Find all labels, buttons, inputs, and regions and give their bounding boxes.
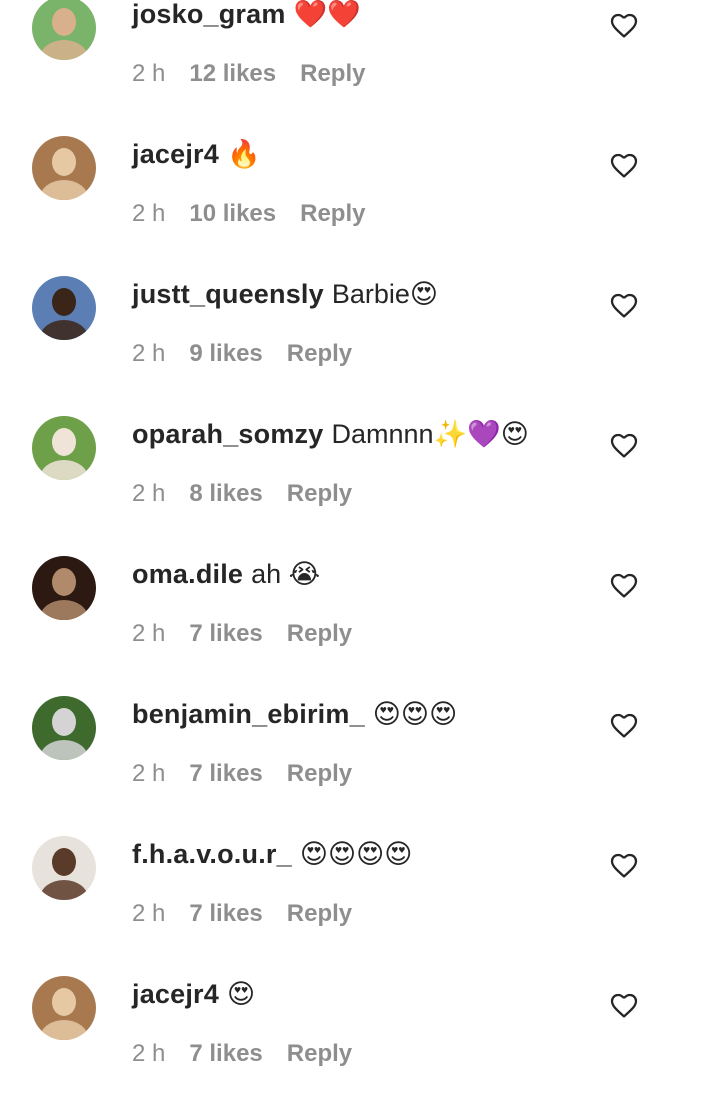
avatar[interactable] [32,276,96,340]
comment-meta: 2 h 7 likes Reply [132,756,352,792]
comment-text: Barbie😍 [331,279,439,309]
avatar-image [32,276,96,340]
comment-text: ❤️❤️ [293,0,361,29]
comment-item: jacejr4 😍 2 h 7 likes Reply [0,960,720,1100]
comment-item: jacejr4 🔥 2 h 10 likes Reply [0,120,720,260]
comment-line: oma.dile ah 😭 [132,554,320,594]
avatar-image [32,416,96,480]
timestamp: 2 h [132,480,166,507]
heart-outline-icon [610,433,638,458]
comment-text: Damnnn✨💜😍 [331,419,529,449]
avatar[interactable] [32,136,96,200]
comment-item: josko_gram ❤️❤️ 2 h 12 likes Reply [0,0,720,120]
reply-button[interactable]: Reply [300,196,365,232]
comment-meta: 2 h 7 likes Reply [132,896,352,932]
comment-meta: 2 h 7 likes Reply [132,1036,352,1072]
timestamp: 2 h [132,60,166,87]
comment-text: 😍 [226,979,256,1009]
comment-text: 😍😍😍😍 [299,839,413,869]
heart-outline-icon [610,713,638,738]
reply-button[interactable]: Reply [287,336,352,372]
comment-text: 😍😍😍 [372,699,458,729]
comment-text: 🔥 [226,139,261,169]
likes-count[interactable]: 7 likes [189,896,262,932]
avatar-image [32,0,96,60]
comment-meta: 2 h 12 likes Reply [132,56,365,92]
like-button[interactable] [608,9,640,41]
avatar-image [32,976,96,1040]
reply-button[interactable]: Reply [287,1036,352,1072]
avatar[interactable] [32,836,96,900]
reply-button[interactable]: Reply [287,476,352,512]
likes-count[interactable]: 8 likes [189,476,262,512]
likes-count[interactable]: 7 likes [189,616,262,652]
comment-line: benjamin_ebirim_ 😍😍😍 [132,694,457,734]
avatar-image [32,696,96,760]
avatar-image [32,136,96,200]
likes-count[interactable]: 7 likes [189,1036,262,1072]
comment-line: f.h.a.v.o.u.r_ 😍😍😍😍 [132,834,412,874]
reply-button[interactable]: Reply [300,56,365,92]
avatar[interactable] [32,976,96,1040]
username[interactable]: justt_queensly [132,279,324,309]
comment-item: benjamin_ebirim_ 😍😍😍 2 h 7 likes Reply [0,680,720,820]
username[interactable]: oparah_somzy [132,419,323,449]
reply-button[interactable]: Reply [287,896,352,932]
likes-count[interactable]: 9 likes [189,336,262,372]
avatar[interactable] [32,696,96,760]
avatar-image [32,836,96,900]
avatar[interactable] [32,416,96,480]
likes-count[interactable]: 12 likes [189,56,276,92]
timestamp: 2 h [132,760,166,787]
comment-list: josko_gram ❤️❤️ 2 h 12 likes Reply jacejr4 🔥… [0,0,720,1100]
timestamp: 2 h [132,200,166,227]
heart-outline-icon [610,153,638,178]
username[interactable]: benjamin_ebirim_ [132,699,365,729]
like-button[interactable] [608,429,640,461]
comment-line: jacejr4 😍 [132,974,255,1014]
comment-item: oma.dile ah 😭 2 h 7 likes Reply [0,540,720,680]
likes-count[interactable]: 10 likes [189,196,276,232]
comment-text: ah 😭 [251,559,321,589]
comment-meta: 2 h 7 likes Reply [132,616,352,652]
username[interactable]: jacejr4 [132,139,219,169]
avatar[interactable] [32,556,96,620]
heart-outline-icon [610,853,638,878]
like-button[interactable] [608,149,640,181]
comment-item: f.h.a.v.o.u.r_ 😍😍😍😍 2 h 7 likes Reply [0,820,720,960]
comment-item: oparah_somzy Damnnn✨💜😍 2 h 8 likes Reply [0,400,720,540]
likes-count[interactable]: 7 likes [189,756,262,792]
like-button[interactable] [608,849,640,881]
like-button[interactable] [608,569,640,601]
username[interactable]: oma.dile [132,559,243,589]
like-button[interactable] [608,989,640,1021]
reply-button[interactable]: Reply [287,616,352,652]
heart-outline-icon [610,13,638,38]
avatar[interactable] [32,0,96,60]
heart-outline-icon [610,993,638,1018]
comment-line: josko_gram ❤️❤️ [132,0,361,34]
comment-meta: 2 h 9 likes Reply [132,336,352,372]
timestamp: 2 h [132,620,166,647]
username[interactable]: jacejr4 [132,979,219,1009]
timestamp: 2 h [132,900,166,927]
comment-line: oparah_somzy Damnnn✨💜😍 [132,414,529,454]
like-button[interactable] [608,289,640,321]
heart-outline-icon [610,573,638,598]
heart-outline-icon [610,293,638,318]
timestamp: 2 h [132,340,166,367]
reply-button[interactable]: Reply [287,756,352,792]
username[interactable]: josko_gram [132,0,286,29]
comment-line: justt_queensly Barbie😍 [132,274,438,314]
comment-line: jacejr4 🔥 [132,134,261,174]
timestamp: 2 h [132,1040,166,1067]
avatar-image [32,556,96,620]
comment-meta: 2 h 10 likes Reply [132,196,365,232]
like-button[interactable] [608,709,640,741]
username[interactable]: f.h.a.v.o.u.r_ [132,839,292,869]
comment-meta: 2 h 8 likes Reply [132,476,352,512]
comment-item: justt_queensly Barbie😍 2 h 9 likes Reply [0,260,720,400]
